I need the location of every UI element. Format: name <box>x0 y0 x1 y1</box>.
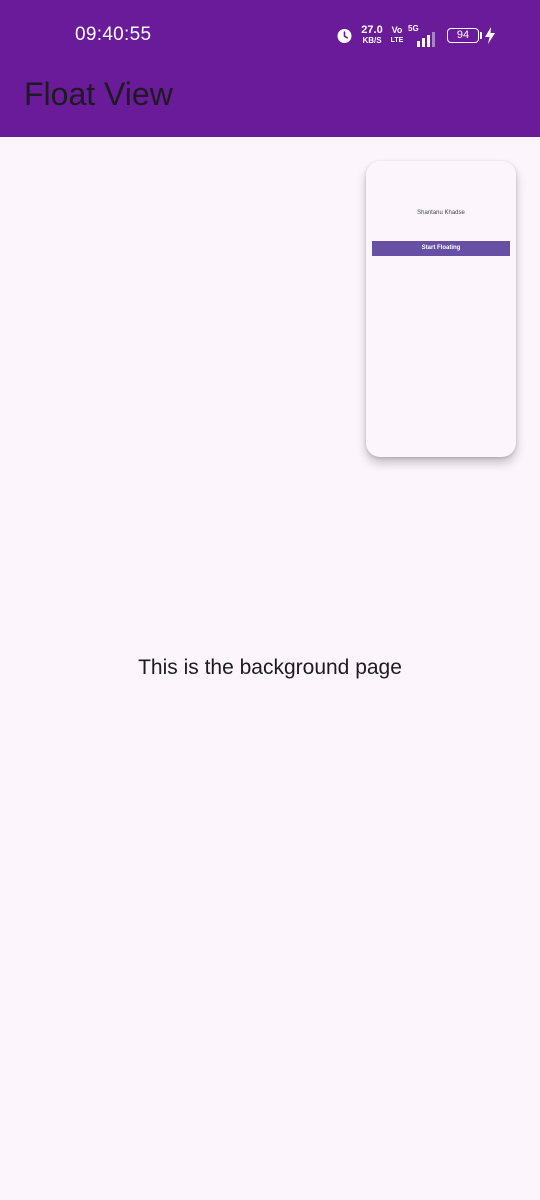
floating-window-name: Shantanu Khadse <box>417 210 465 216</box>
page-title: Float View <box>24 76 173 112</box>
status-icons: 27.0 KB/S Vo LTE 5G 94 <box>336 22 506 52</box>
floating-window[interactable]: Shantanu Khadse Start Floating <box>366 161 516 457</box>
battery-cap <box>480 32 482 39</box>
volte-indicator: Vo LTE <box>390 25 404 45</box>
volte-top-label: Vo <box>391 25 403 35</box>
signal-icon <box>416 31 440 52</box>
charging-bolt-icon <box>484 27 496 49</box>
network-speed-unit: KB/S <box>362 36 382 45</box>
battery-icon: 94 <box>447 28 479 43</box>
network-speed: 27.0 KB/S <box>360 25 384 45</box>
app-bar: 09:40:55 27.0 KB/S Vo LTE 5G 94 Float Vi… <box>0 0 540 137</box>
network-speed-value: 27.0 <box>361 24 383 36</box>
alarm-icon <box>336 27 353 49</box>
status-bar: 09:40:55 27.0 KB/S Vo LTE 5G 94 <box>0 0 540 70</box>
battery-level: 94 <box>456 29 470 41</box>
status-time: 09:40:55 <box>75 24 152 45</box>
volte-bottom-label: LTE <box>390 37 404 44</box>
start-floating-button[interactable]: Start Floating <box>372 241 510 256</box>
background-page-text: This is the background page <box>138 656 402 679</box>
